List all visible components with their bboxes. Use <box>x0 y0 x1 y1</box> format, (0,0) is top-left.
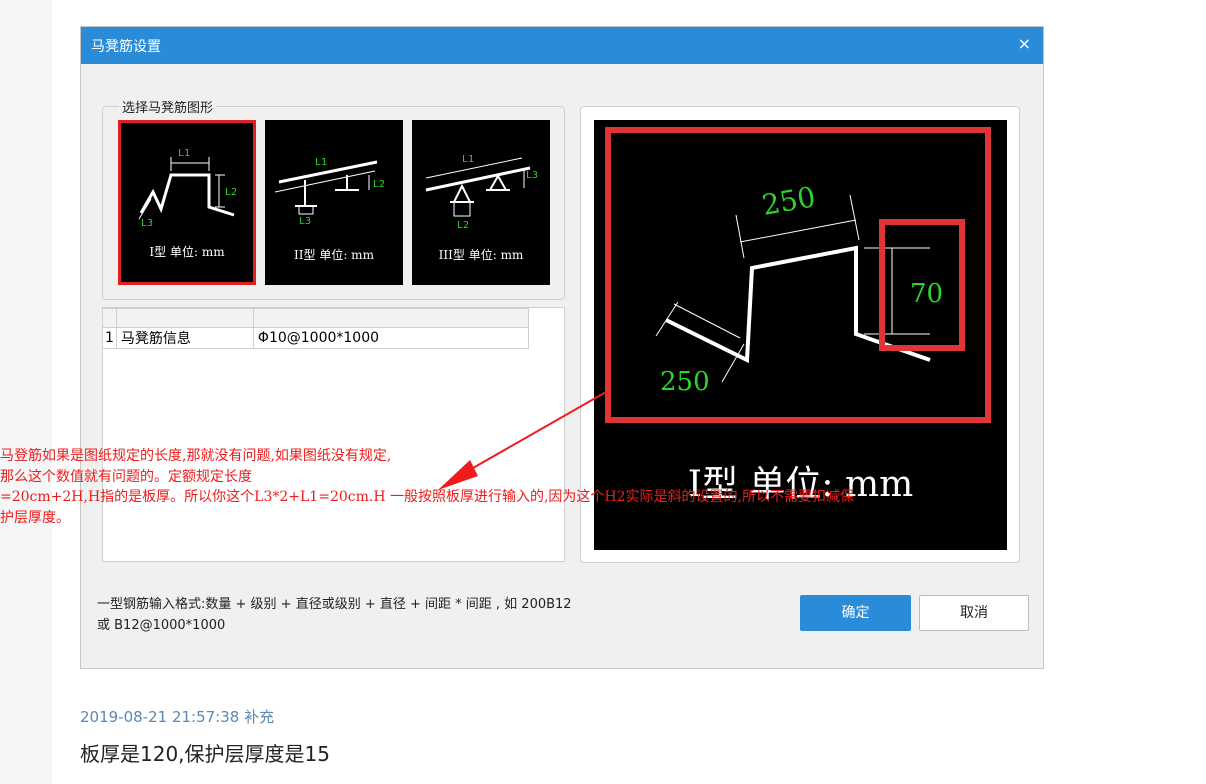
post-reply-text: 板厚是120,保护层厚度是15 <box>80 742 330 766</box>
post-timestamp: 2019-08-21 21:57:38 补充 <box>80 708 275 726</box>
annotation-text: 马登筋如果是图纸规定的长度,那就没有问题,如果图纸没有规定, 那么这个数值就有问… <box>0 448 854 526</box>
annotation-arrow <box>438 391 607 490</box>
